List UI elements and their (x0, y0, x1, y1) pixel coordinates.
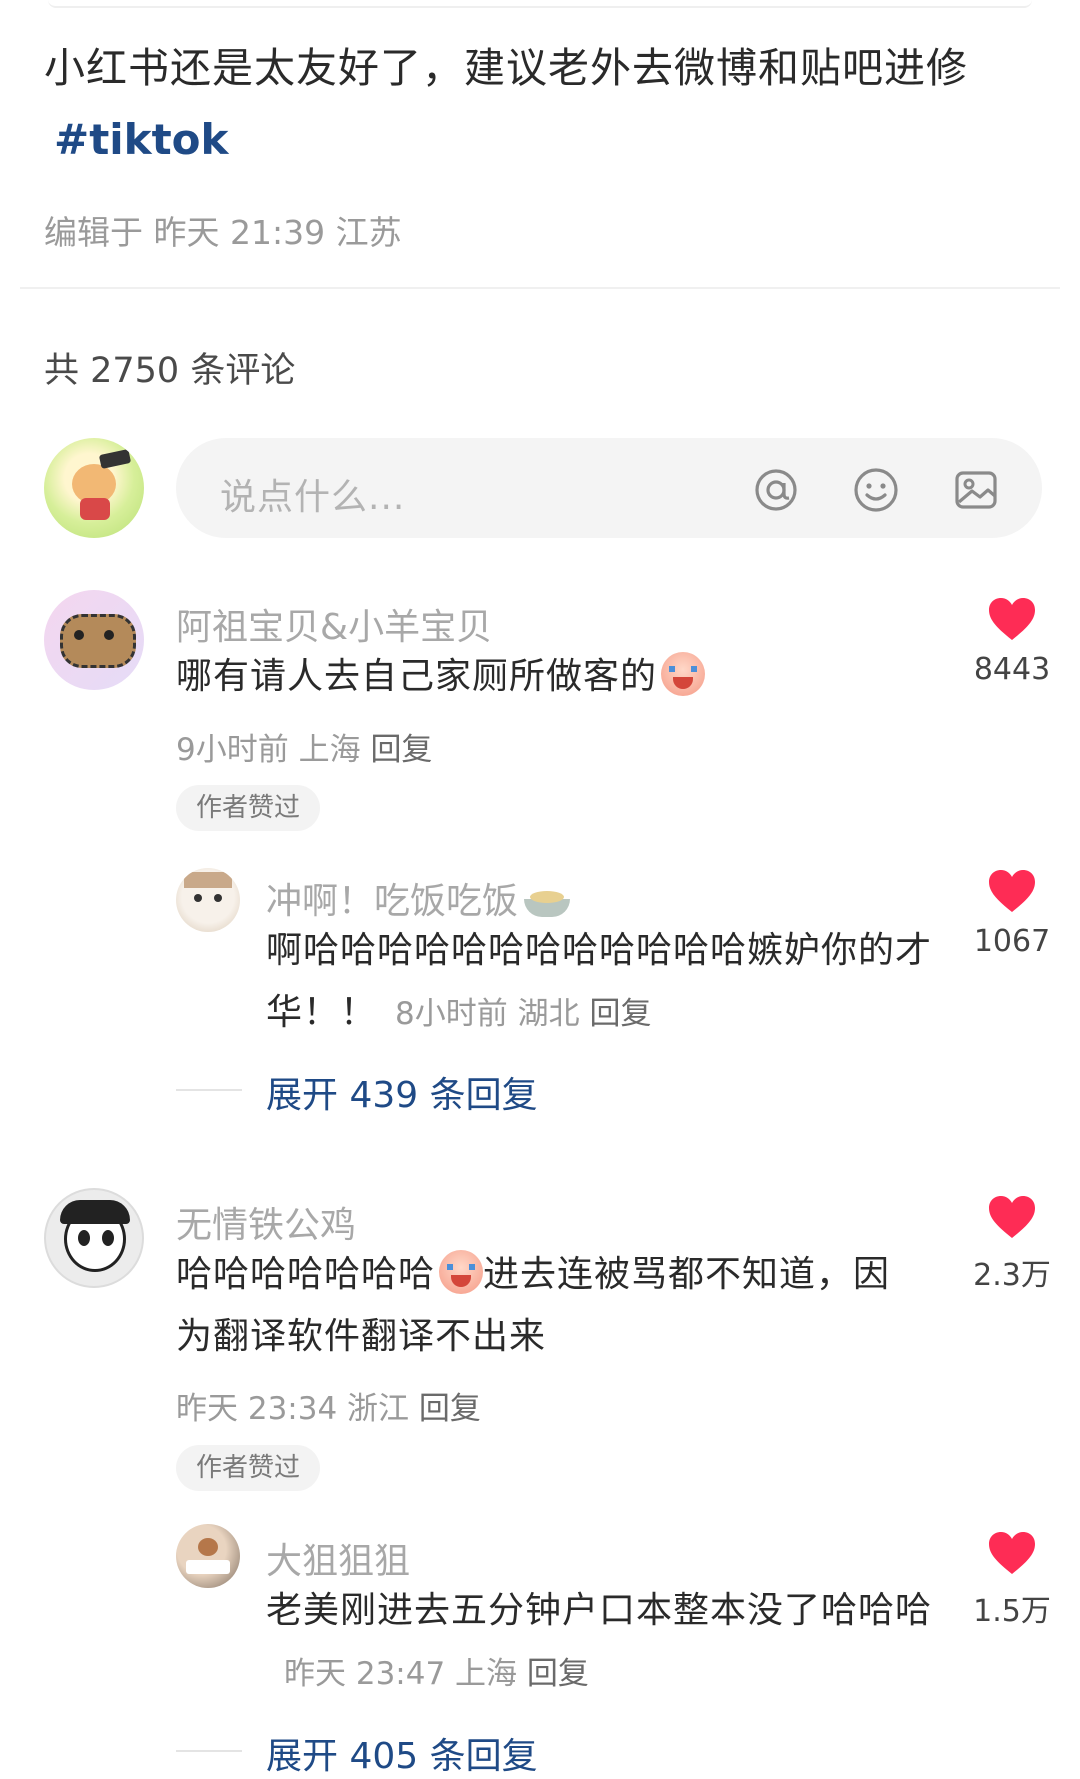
commenter-avatar[interactable] (44, 1188, 144, 1288)
author-liked-badge: 作者赞过 (176, 785, 321, 831)
comment-username[interactable]: 阿祖宝贝&小羊宝贝 (176, 598, 492, 650)
comment-text: 哈哈哈哈哈哈哈 进去连被骂都不知道，因为翻译软件翻译不出来 (176, 1244, 896, 1368)
like-button[interactable]: 1067 (952, 868, 1072, 959)
reply-avatar[interactable] (176, 868, 240, 932)
like-count: 1.5万 (973, 1594, 1051, 1629)
reply-avatar[interactable] (176, 1524, 240, 1588)
hashtag-link[interactable]: #tiktok (54, 108, 228, 172)
crying-laugh-icon (439, 1250, 484, 1294)
expand-replies-button[interactable]: 展开 439 条回复 (266, 1066, 538, 1118)
reply-text: 啊哈哈哈哈哈哈哈哈哈哈哈哈嫉妒你的才华！！ 8小时前 湖北 回复 (266, 930, 933, 1033)
emoji-icon[interactable] (852, 466, 900, 514)
heart-icon (989, 1532, 1035, 1574)
heart-icon (989, 598, 1035, 640)
commenter-avatar[interactable] (44, 590, 144, 690)
like-button[interactable]: 8443 (952, 596, 1072, 687)
reply-button[interactable]: 回复 (589, 996, 651, 1032)
comment-text: 哪有请人去自己家厕所做客的 (176, 646, 936, 708)
reply-meta: 8小时前 湖北 回复 (395, 996, 652, 1032)
divider (20, 287, 1060, 289)
comment-input-placeholder: 说点什么... (220, 477, 406, 518)
expand-divider (176, 1089, 242, 1091)
like-button[interactable]: 1.5万 (952, 1530, 1072, 1630)
author-liked-badge: 作者赞过 (176, 1445, 321, 1491)
bowl-icon (524, 887, 571, 917)
expand-divider (176, 1750, 242, 1752)
reply-meta: 昨天 23:47 上海 回复 (284, 1656, 589, 1692)
like-count: 8443 (973, 652, 1051, 687)
expand-replies-button[interactable]: 展开 405 条回复 (266, 1727, 538, 1779)
comment-count: 共 2750 条评论 (44, 351, 296, 391)
reply-button[interactable]: 回复 (527, 1656, 589, 1692)
reply-username[interactable]: 大狙狙狙 (266, 1532, 410, 1584)
like-count: 1067 (973, 924, 1051, 959)
comment-input[interactable]: 说点什么... (176, 438, 1042, 538)
comment-meta: 昨天 23:34 浙江 回复 (176, 1391, 481, 1427)
comment-meta: 9小时前 上海 回复 (176, 732, 433, 768)
previous-card-edge (48, 0, 1032, 8)
reply-text: 老美刚进去五分钟户口本整本没了哈哈哈昨天 23:47 上海 回复 (266, 1590, 933, 1692)
reply-username[interactable]: 冲啊！吃饭吃饭 (266, 872, 571, 924)
heart-icon (989, 1196, 1035, 1238)
like-button[interactable]: 2.3万 (952, 1194, 1072, 1294)
image-icon[interactable] (952, 466, 1000, 514)
like-count: 2.3万 (973, 1258, 1051, 1293)
my-avatar[interactable] (44, 438, 144, 538)
crying-laugh-icon (661, 652, 706, 696)
post-edit-meta: 编辑于 昨天 21:39 江苏 (44, 213, 402, 252)
heart-icon (989, 870, 1035, 912)
reply-button[interactable]: 回复 (370, 732, 432, 768)
comment-username[interactable]: 无情铁公鸡 (176, 1196, 356, 1248)
at-icon[interactable] (752, 466, 800, 514)
reply-button[interactable]: 回复 (419, 1391, 481, 1427)
post-text: 小红书还是太友好了，建议老外去微博和贴吧进修 (44, 44, 968, 92)
